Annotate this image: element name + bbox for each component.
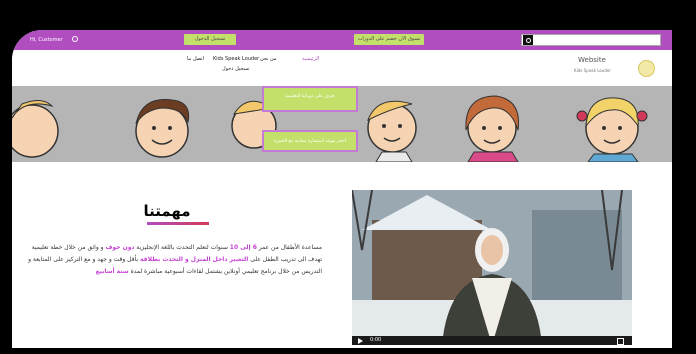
highlighted-text: التعبير داخل المنزل و التحدث بطلاقة xyxy=(140,256,249,263)
courses-button[interactable]: تعرف على دوراتنا التعليمية xyxy=(262,86,358,112)
video-player[interactable]: 0:00 xyxy=(352,190,632,345)
video-thumbnail xyxy=(352,190,632,345)
mission-title: مهمتنا xyxy=(143,202,191,220)
top-bar: Hi, Customer تسجيل الدخول تسوق الآن خصم … xyxy=(12,30,672,50)
hero-banner: تعرف على دوراتنا التعليمية احجز موعد است… xyxy=(12,86,672,162)
user-icon[interactable] xyxy=(72,36,78,42)
logo-title: Website xyxy=(578,56,606,64)
nav-item-login[interactable]: تسجيل دخول xyxy=(222,66,250,72)
nav-item-contact[interactable]: اتصل بنا xyxy=(187,56,204,62)
play-icon[interactable] xyxy=(358,338,363,344)
video-time: 0:00 xyxy=(370,337,382,343)
paragraph-text: مساعدة الأطفال من عمر xyxy=(256,244,322,251)
consultation-button[interactable]: احجز موعد استشارة مجانية مع الخبيرة xyxy=(262,130,358,152)
fullscreen-icon[interactable] xyxy=(617,338,624,345)
main-content: مهمتنا مساعدة الأطفال من عمر 6 إلى 10 سن… xyxy=(12,162,672,348)
logo-icon[interactable] xyxy=(638,60,655,77)
shop-now-button[interactable]: تسوق الآن خصم على الدورات xyxy=(354,34,424,45)
mission-paragraph: مساعدة الأطفال من عمر 6 إلى 10 سنوات لتع… xyxy=(22,242,322,278)
title-underline xyxy=(147,222,209,225)
video-controls[interactable]: 0:00 xyxy=(352,336,632,345)
highlighted-text: دون خوف xyxy=(105,244,135,251)
paragraph-text: سنوات لتعلم التحدث باللغة الإنجليزية xyxy=(134,244,230,251)
logo-subtitle: Kids Speak Louder xyxy=(574,68,611,73)
nav-item-home[interactable]: الرئيسية xyxy=(302,56,319,62)
highlighted-text: ستة أسابيع xyxy=(95,268,129,275)
search-icon[interactable] xyxy=(523,35,533,45)
customer-greeting[interactable]: Hi, Customer xyxy=(30,37,63,43)
nav-item-kids[interactable]: Kids Speak Louder xyxy=(213,56,259,62)
highlighted-text: 6 إلى 10 xyxy=(229,244,257,251)
nav-item-about[interactable]: من نحن xyxy=(260,56,277,62)
browser-frame: Hi, Customer تسجيل الدخول تسوق الآن خصم … xyxy=(12,30,672,348)
login-button[interactable]: تسجيل الدخول xyxy=(184,34,236,45)
main-nav: الرئيسية من نحن Kids Speak Louder اتصل ب… xyxy=(12,50,672,86)
search-input[interactable] xyxy=(521,34,661,46)
